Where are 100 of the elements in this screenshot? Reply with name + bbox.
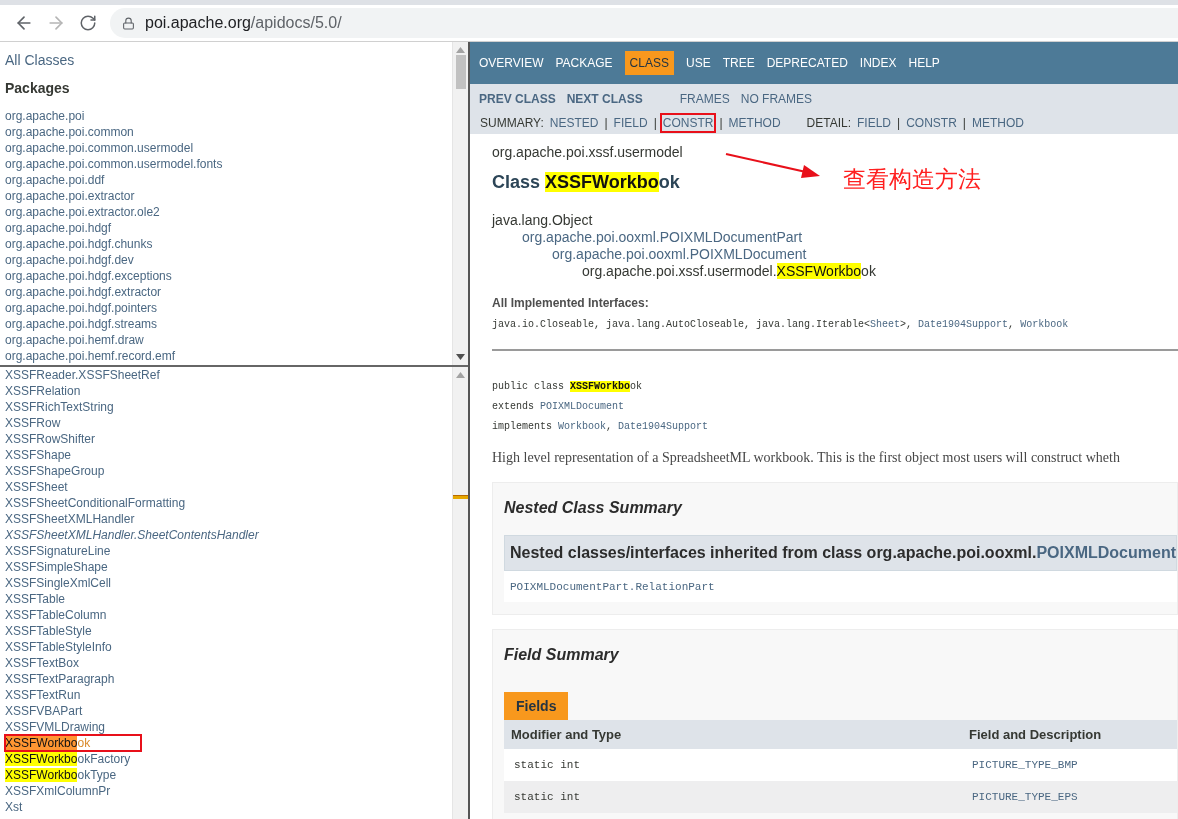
nav-tab[interactable]: HELP (908, 51, 940, 75)
class-link[interactable]: XSSFTextBox (5, 655, 447, 671)
package-link[interactable]: org.apache.poi.hdgf.extractor (5, 284, 447, 300)
scrollbar[interactable] (452, 367, 468, 819)
class-link[interactable]: XSSFTableColumn (5, 607, 447, 623)
class-link[interactable]: XSSFTableStyle (5, 623, 447, 639)
package-link[interactable]: org.apache.poi.hdgf.streams (5, 316, 447, 332)
class-link[interactable]: POIXMLDocumentPart.RelationPart (510, 581, 715, 593)
class-link[interactable]: XSSFSimpleShape (5, 559, 447, 575)
summary-label: | (896, 115, 902, 131)
search-match-marker (453, 495, 468, 499)
section-title: Field Summary (504, 645, 620, 665)
scrollbar[interactable] (452, 42, 468, 365)
column-header: Field and Description (962, 720, 1177, 749)
class-link[interactable]: XSSFVBAPart (5, 703, 447, 719)
lock-icon (122, 16, 135, 30)
link[interactable]: POIXMLDocument (540, 401, 625, 412)
link[interactable]: Workbook (1020, 319, 1069, 330)
package-link[interactable]: org.apache.poi.extractor.ole2 (5, 204, 447, 220)
interface-list: java.io.Closeable, java.lang.AutoCloseable, java.lang.Iterable<Sheet>, Date1904Support, Workbook (492, 315, 1178, 335)
declaration-line: implements Workbook, Date1904Support (492, 420, 710, 434)
link[interactable]: POIXMLDocument (1036, 544, 1176, 561)
scrollbar-thumb[interactable] (455, 55, 466, 89)
class-link[interactable]: XSSFSheetXMLHandler (5, 511, 447, 527)
nav-tab[interactable]: USE (685, 51, 711, 75)
summary-link[interactable]: METHOD (727, 115, 782, 131)
class-link[interactable]: XSSFXmlColumnPr (5, 783, 447, 799)
class-link[interactable]: XSSFTextParagraph (5, 671, 447, 687)
class-name: java.lang.Object (492, 212, 594, 229)
summary-link[interactable]: CONSTR (661, 115, 715, 131)
scroll-up-icon[interactable] (456, 47, 465, 53)
package-link[interactable]: org.apache.poi.ddf (5, 172, 447, 188)
class-link[interactable]: XSSFRelation (5, 383, 447, 399)
class-link[interactable]: XSSFTable (5, 591, 447, 607)
url-text: poi.apache.org/apidocs/5.0/ (145, 14, 342, 32)
field-name-link[interactable]: PICTURE_TYPE_EPS (962, 781, 1177, 813)
link[interactable]: Date1904Support (918, 319, 1009, 330)
table-tab[interactable]: Fields (504, 692, 569, 720)
class-link[interactable]: XSSFShapeGroup (5, 463, 447, 479)
package-link[interactable]: org.apache.poi.hdgf.chunks (5, 236, 447, 252)
summary-link[interactable]: FIELD (612, 115, 649, 131)
class-link[interactable]: XSSFSheetConditionalFormatting (5, 495, 447, 511)
class-link[interactable]: XSSFSheetXMLHandler.SheetContentsHandler (5, 527, 447, 543)
class-link[interactable]: XSSFRowShifter (5, 431, 447, 447)
class-link[interactable]: XSSFWorkbook (5, 735, 141, 751)
class-link[interactable]: org.apache.poi.ooxml.POIXMLDocumentPart (522, 229, 1178, 246)
package-link[interactable]: org.apache.poi.hdgf.pointers (5, 300, 447, 316)
column-header: Modifier and Type (504, 720, 962, 749)
summary-link[interactable]: METHOD (970, 115, 1025, 131)
summary-link[interactable]: CONSTR (905, 115, 958, 131)
frames-link[interactable]: NO FRAMES (740, 92, 813, 106)
address-bar[interactable]: poi.apache.org/apidocs/5.0/ (110, 8, 1178, 38)
package-link[interactable]: org.apache.poi.common (5, 124, 447, 140)
class-link[interactable]: XSSFReader.XSSFSheetRef (5, 367, 447, 383)
class-link[interactable]: org.apache.poi.ooxml.POIXMLDocument (552, 246, 1178, 263)
package-link[interactable]: org.apache.poi.hdgf.exceptions (5, 268, 447, 284)
class-link[interactable]: XSSFVMLDrawing (5, 719, 447, 735)
class-description: High level representation of a SpreadsheetML workbook. This is the first object most users will construct wheth (492, 449, 1121, 467)
class-link[interactable]: XSSFTableStyleInfo (5, 639, 447, 655)
annotation-text: 查看构造方法 (843, 166, 981, 194)
scroll-down-icon[interactable] (456, 354, 465, 360)
frames-link[interactable]: FRAMES (679, 92, 730, 106)
class-link[interactable]: XSSFRow (5, 415, 447, 431)
class-link[interactable]: XSSFShape (5, 447, 447, 463)
class-link[interactable]: XSSFSheet (5, 479, 447, 495)
class-nav-link[interactable]: PREV CLASS (479, 92, 556, 106)
class-link[interactable]: XSSFSignatureLine (5, 543, 447, 559)
nav-tab[interactable]: CLASS (624, 51, 674, 75)
inherited-header: Nested classes/interfaces inherited from class org.apache.poi.ooxml.POIXMLDocument (504, 535, 1177, 571)
package-link[interactable]: org.apache.poi.hemf.draw (5, 332, 447, 348)
class-link[interactable]: XSSFWorkbookFactory (5, 751, 447, 767)
scroll-up-icon[interactable] (456, 372, 465, 378)
summary-label: | (603, 115, 609, 131)
interfaces-heading: All Implemented Interfaces: (492, 295, 650, 311)
nav-tab[interactable]: PACKAGE (555, 51, 613, 75)
package-link[interactable]: org.apache.poi.common.usermodel (5, 140, 447, 156)
package-link[interactable]: org.apache.poi.common.usermodel.fonts (5, 156, 447, 172)
nav-tab[interactable]: OVERVIEW (479, 51, 544, 75)
package-link[interactable]: org.apache.poi.hdgf (5, 220, 447, 236)
class-nav-link[interactable]: NEXT CLASS (566, 92, 643, 106)
package-link[interactable]: org.apache.poi.hemf.record.emf (5, 348, 447, 364)
class-link[interactable]: Xst (5, 799, 447, 815)
nav-tab[interactable]: TREE (722, 51, 755, 75)
package-link[interactable]: org.apache.poi (5, 108, 447, 124)
class-link[interactable]: XSSFTextRun (5, 687, 447, 703)
summary-link[interactable]: NESTED (548, 115, 600, 131)
link[interactable]: Sheet (870, 319, 901, 330)
table-cell: static int (504, 781, 962, 813)
nav-tab[interactable]: DEPRECATED (766, 51, 848, 75)
packages-heading: Packages (5, 79, 71, 98)
package-link[interactable]: org.apache.poi.extractor (5, 188, 447, 204)
class-link[interactable]: XSSFWorkbookType (5, 767, 447, 783)
nav-tab[interactable]: INDEX (859, 51, 897, 75)
link[interactable]: Date1904Support (618, 421, 709, 432)
package-link[interactable]: org.apache.poi.hdgf.dev (5, 252, 447, 268)
class-link[interactable]: XSSFSingleXmlCell (5, 575, 447, 591)
all-classes-link[interactable]: All Classes (5, 50, 447, 70)
summary-link[interactable]: FIELD (856, 115, 893, 131)
field-name-link[interactable]: PICTURE_TYPE_BMP (962, 749, 1177, 781)
class-link[interactable]: XSSFRichTextString (5, 399, 447, 415)
